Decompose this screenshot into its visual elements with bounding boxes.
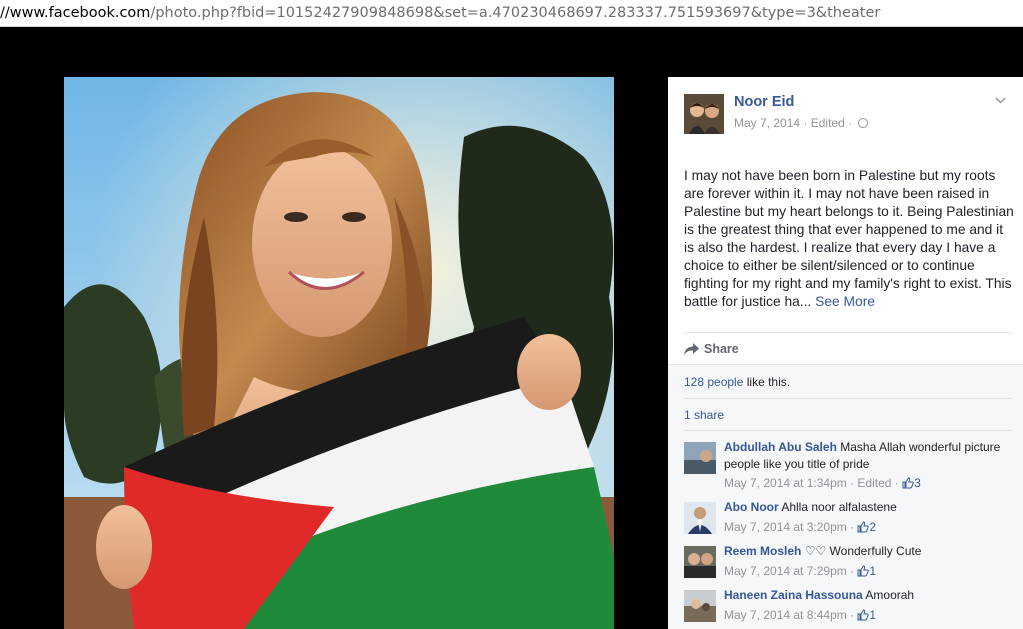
likes-suffix: like this.	[746, 375, 791, 389]
comment-meta: May 7, 2014 at 1:34pm · Edited · 3	[724, 476, 921, 490]
thumbs-up-icon[interactable]	[857, 520, 870, 533]
caption-text: I may not have been born in Palestine bu…	[684, 168, 1014, 309]
share-arrow-icon	[684, 343, 699, 355]
comment-meta: May 7, 2014 at 8:44pm · 1	[724, 607, 877, 622]
share-label: Share	[704, 342, 739, 356]
owner-name-link[interactable]: Noor Eid	[734, 94, 794, 110]
likes-summary: 128 people like this.	[684, 375, 790, 389]
thumbs-up-icon[interactable]	[857, 608, 870, 621]
commenter-avatar[interactable]	[684, 442, 716, 474]
commenter-avatar[interactable]	[684, 590, 716, 622]
comment-like-count[interactable]: 3	[914, 476, 921, 490]
comment-meta: May 7, 2014 at 3:20pm · 2	[724, 519, 877, 534]
commenter-avatar[interactable]	[684, 502, 716, 534]
url-path: /photo.php?fbid=10152427909848698&set=a.…	[150, 5, 881, 21]
comment-text: ♡♡ Wonderfully Cute	[804, 544, 922, 558]
comment-time[interactable]: May 7, 2014 at 3:20pm	[724, 520, 847, 534]
comment-author[interactable]: Abdullah Abu Saleh	[724, 440, 837, 454]
url-host: //www.facebook.com	[0, 5, 151, 21]
likes-count-link[interactable]: 128 people	[684, 375, 743, 389]
comment-author[interactable]: Reem Mosleh	[724, 544, 801, 558]
globe-icon[interactable]	[858, 118, 869, 128]
comment-time[interactable]: May 7, 2014 at 7:29pm	[724, 564, 847, 578]
comment-edited[interactable]: Edited	[857, 476, 891, 490]
comment-like-count[interactable]: 1	[869, 608, 876, 622]
chevron-down-icon[interactable]	[995, 95, 1006, 106]
comment-time[interactable]: May 7, 2014 at 8:44pm	[724, 608, 847, 622]
comment-time[interactable]: May 7, 2014 at 1:34pm	[724, 476, 847, 490]
owner-avatar[interactable]	[684, 94, 724, 134]
comment-like-count[interactable]: 1	[869, 564, 876, 578]
divider	[684, 398, 1012, 399]
shares-link[interactable]: 1 share	[684, 408, 724, 422]
comment-author[interactable]: Haneen Zaina Hassouna	[724, 588, 863, 602]
comment-author[interactable]: Abo Noor	[724, 500, 779, 514]
post-meta: May 7, 2014 · Edited ·	[734, 116, 869, 130]
edited-label[interactable]: Edited	[811, 116, 845, 130]
post-caption: I may not have been born in Palestine bu…	[684, 167, 1014, 311]
post-photo[interactable]	[64, 77, 614, 629]
comment-text: Ahlla noor alfalastene	[781, 500, 897, 514]
thumbs-up-icon[interactable]	[902, 477, 914, 489]
comment-meta: May 7, 2014 at 7:29pm · 1	[724, 563, 877, 578]
commenter-avatar[interactable]	[684, 546, 716, 578]
divider	[684, 332, 1012, 333]
see-more-link[interactable]: See More	[815, 294, 875, 309]
thumbs-up-icon[interactable]	[857, 564, 870, 577]
address-bar[interactable]: //www.facebook.com/photo.php?fbid=101524…	[0, 0, 1023, 27]
comment-like-count[interactable]: 2	[869, 520, 876, 534]
photo-image	[64, 77, 614, 629]
photo-side-panel: Noor Eid May 7, 2014 · Edited · I may no…	[668, 77, 1023, 629]
share-button[interactable]: Share	[684, 340, 739, 358]
post-date[interactable]: May 7, 2014	[734, 116, 800, 130]
divider	[684, 430, 1012, 431]
comment-text: Amoorah	[865, 588, 915, 602]
